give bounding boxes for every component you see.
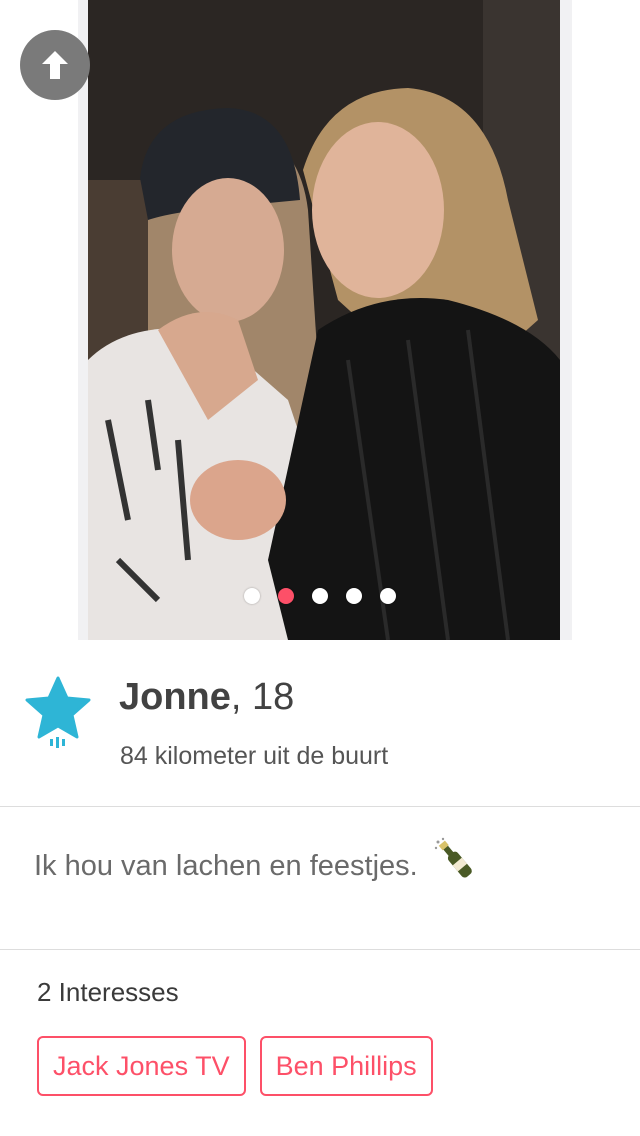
divider [0,949,640,950]
pagination-dot-active[interactable] [278,588,294,604]
photo-pagination [0,588,640,604]
pagination-dot[interactable] [380,588,396,604]
arrow-up-icon [42,51,68,79]
star-badge-icon[interactable] [25,676,91,748]
profile-name-line: Jonne, 18 [119,676,294,719]
bio-text: Ik hou van lachen en feestjes. [34,849,418,882]
profile-name: Jonne [119,676,231,718]
profile-page: Jonne, 18 84 kilometer uit de buurt Ik h… [0,0,640,1136]
photo-illustration [88,0,560,640]
interest-tags: Jack Jones TV Ben Phillips [37,1036,433,1096]
back-button[interactable] [20,30,90,100]
profile-age: , 18 [230,676,295,718]
profile-photo[interactable] [88,0,560,640]
bio: Ik hou van lachen en feestjes. [34,837,480,890]
profile-distance: 84 kilometer uit de buurt [120,742,389,770]
pagination-dot[interactable] [346,588,362,604]
champagne-bottle-icon [432,836,480,884]
interests-heading: 2 Interesses [37,977,179,1007]
divider [0,806,640,807]
pagination-dot[interactable] [312,588,328,604]
interest-tag[interactable]: Ben Phillips [259,1036,433,1096]
pagination-dot[interactable] [244,588,260,604]
interest-tag[interactable]: Jack Jones TV [37,1036,246,1096]
